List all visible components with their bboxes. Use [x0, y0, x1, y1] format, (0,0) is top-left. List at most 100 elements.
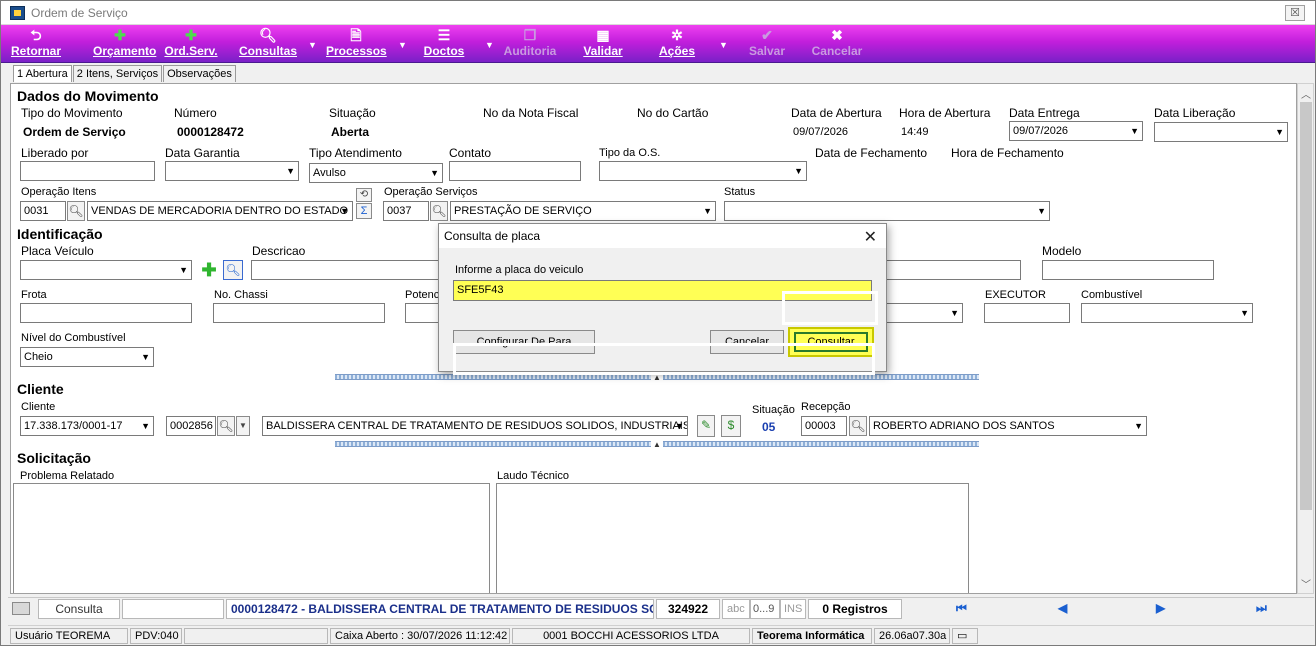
data-garantia-field[interactable] [165, 161, 299, 181]
data-entrega-field[interactable]: 09/07/2026 [1009, 121, 1143, 141]
operacao-itens-code[interactable]: 0031 [20, 201, 66, 221]
consultas-dropdown-icon[interactable]: ▼ [308, 40, 317, 50]
status-teorema: Teorema Informática [752, 628, 872, 644]
gear-icon: ✲ [671, 27, 683, 43]
nivel-combustivel-select[interactable]: Cheio [20, 347, 154, 367]
placa-select[interactable] [20, 260, 192, 280]
numero-label: Número [174, 106, 217, 120]
recbar-num-range: 0...9 [750, 599, 780, 619]
highlight-box [782, 291, 878, 325]
tab-strip: 1 Abertura 2 Itens, Serviços Observações [13, 65, 237, 82]
recepcao-search-icon[interactable]: 🔍︎ [849, 416, 867, 436]
dialog-close-icon[interactable]: ✕ [864, 227, 877, 247]
tipo-os-select[interactable] [599, 161, 807, 181]
modelo-field[interactable] [1042, 260, 1214, 280]
tab-itens-servicos[interactable]: 2 Itens, Serviços [72, 65, 163, 82]
combustivel-select[interactable] [1081, 303, 1253, 323]
title-bar: Ordem de Serviço ☒ [1, 1, 1315, 25]
tipo-atendimento-select[interactable]: Avulso [309, 163, 443, 183]
cliente-cnpj-select[interactable]: 17.338.173/0001-17 [20, 416, 154, 436]
status-usuario: Usuário TEOREMA [10, 628, 128, 644]
data-fechamento-label: Data de Fechamento [815, 146, 928, 160]
retornar-button[interactable]: ⮌ Retornar [11, 25, 61, 63]
cliente-codigo-field[interactable]: 0002856 [166, 416, 216, 436]
copy-icon: ❐ [523, 27, 537, 43]
sigma-icon[interactable]: Σ [356, 203, 372, 219]
consulta-button[interactable]: Consulta [38, 599, 120, 619]
collapse-up-icon[interactable]: ▲ [651, 441, 663, 449]
liberado-por-field[interactable] [20, 161, 155, 181]
recepcao-label: Recepção [801, 401, 851, 413]
contato-field[interactable] [449, 161, 581, 181]
cliente-search-icon[interactable]: 🔍︎ [217, 416, 235, 436]
tab-observacoes[interactable]: Observações [163, 65, 236, 82]
chassi-field[interactable] [213, 303, 385, 323]
recbar-ins: INS [780, 599, 806, 619]
processos-dropdown-icon[interactable]: ▼ [398, 40, 407, 50]
operacao-servicos-select[interactable]: PRESTAÇÃO DE SERVIÇO [450, 201, 716, 221]
window-close-button[interactable]: ☒ [1285, 5, 1305, 21]
laudo-tecnico-label: Laudo Técnico [497, 470, 569, 482]
modelo-label: Modelo [1042, 244, 1082, 258]
problema-relatado-textarea[interactable] [13, 483, 490, 593]
operacao-servicos-code[interactable]: 0037 [383, 201, 429, 221]
frota-field[interactable] [20, 303, 192, 323]
salvar-button[interactable]: ✔ Salvar [747, 25, 787, 63]
previous-record-icon[interactable]: ◀ [1058, 601, 1067, 615]
hora-fechamento-label: Hora de Fechamento [951, 146, 1064, 160]
app-icon [10, 6, 25, 20]
cliente-nome-select[interactable]: BALDISSERA CENTRAL DE TRATAMENTO DE RESI… [262, 416, 688, 436]
search-plate-icon[interactable]: 🔍︎ [223, 260, 243, 280]
veiculo-field[interactable] [881, 260, 1021, 280]
collapse-up-icon[interactable]: ▲ [651, 374, 663, 382]
data-abertura-value: 09/07/2026 [793, 126, 849, 138]
status-caixa: Caixa Aberto : 30/07/2026 11:12:42 [330, 628, 510, 644]
scroll-down-icon[interactable]: ﹀ [1301, 576, 1311, 591]
doctos-dropdown-icon[interactable]: ▼ [485, 40, 494, 50]
validar-button[interactable]: ▦ Validar [581, 25, 625, 63]
cliente-label: Cliente [21, 401, 56, 413]
vertical-scrollbar[interactable]: ︿ ﹀ [1297, 83, 1314, 594]
operacao-itens-select[interactable]: VENDAS DE MERCADORIA DENTRO DO ESTADO [87, 201, 353, 221]
consultas-button[interactable]: 🔍︎ Consultas [239, 25, 297, 63]
ord-serv-button[interactable]: ✚ Ord.Serv. [163, 25, 219, 63]
next-record-icon[interactable]: ▶ [1156, 601, 1165, 615]
recepcao-code-field[interactable]: 00003 [801, 416, 847, 436]
last-record-icon[interactable]: ⏭ [1256, 601, 1267, 616]
acoes-dropdown-icon[interactable]: ▼ [719, 40, 728, 50]
cliente-dropdown-icon[interactable]: ▼ [236, 416, 250, 436]
add-plate-icon[interactable]: ✚ [200, 260, 218, 280]
cliente-situacao-label: Situação [752, 404, 795, 416]
descricao-field[interactable] [251, 260, 451, 280]
document-icon: 🗎 [350, 27, 362, 43]
tab-abertura[interactable]: 1 Abertura [13, 65, 72, 82]
orcamento-button[interactable]: ✚ Orçamento [93, 25, 156, 63]
numero-value: 0000128472 [177, 125, 244, 139]
scroll-up-icon[interactable]: ︿ [1301, 86, 1311, 101]
operacao-servicos-search-icon[interactable]: 🔍︎ [430, 201, 448, 221]
doctos-button[interactable]: ☰ Doctos [423, 25, 465, 63]
frota-label: Frota [21, 289, 47, 301]
acoes-button[interactable]: ✲ Ações [657, 25, 697, 63]
first-record-icon[interactable]: ⏮ [956, 601, 967, 616]
auditoria-button[interactable]: ❐ Auditoria [501, 25, 559, 63]
status-select[interactable] [724, 201, 1050, 221]
cor-select[interactable] [881, 303, 963, 323]
x-icon: ✖ [831, 27, 843, 43]
laudo-tecnico-textarea[interactable] [496, 483, 969, 593]
money-bag-icon[interactable]: $ [721, 415, 741, 437]
status-label: Status [724, 186, 756, 198]
dialog-title-bar: Consulta de placa ✕ [439, 224, 886, 248]
scroll-thumb[interactable] [1300, 102, 1312, 510]
processos-button[interactable]: 🗎 Processos [326, 25, 387, 63]
section-identificacao: Identificação [17, 226, 103, 242]
executor-field[interactable] [984, 303, 1070, 323]
recepcao-nome-select[interactable]: ROBERTO ADRIANO DOS SANTOS [869, 416, 1147, 436]
edit-document-icon[interactable]: ✎ [697, 415, 715, 437]
keyboard-icon[interactable] [12, 602, 30, 615]
cancelar-button[interactable]: ✖ Cancelar [811, 25, 863, 63]
operacao-itens-search-icon[interactable]: 🔍︎ [67, 201, 85, 221]
refresh-icon[interactable]: ⟲ [356, 188, 372, 202]
data-liberacao-field[interactable] [1154, 122, 1288, 142]
recbar-abc: abc [722, 599, 750, 619]
